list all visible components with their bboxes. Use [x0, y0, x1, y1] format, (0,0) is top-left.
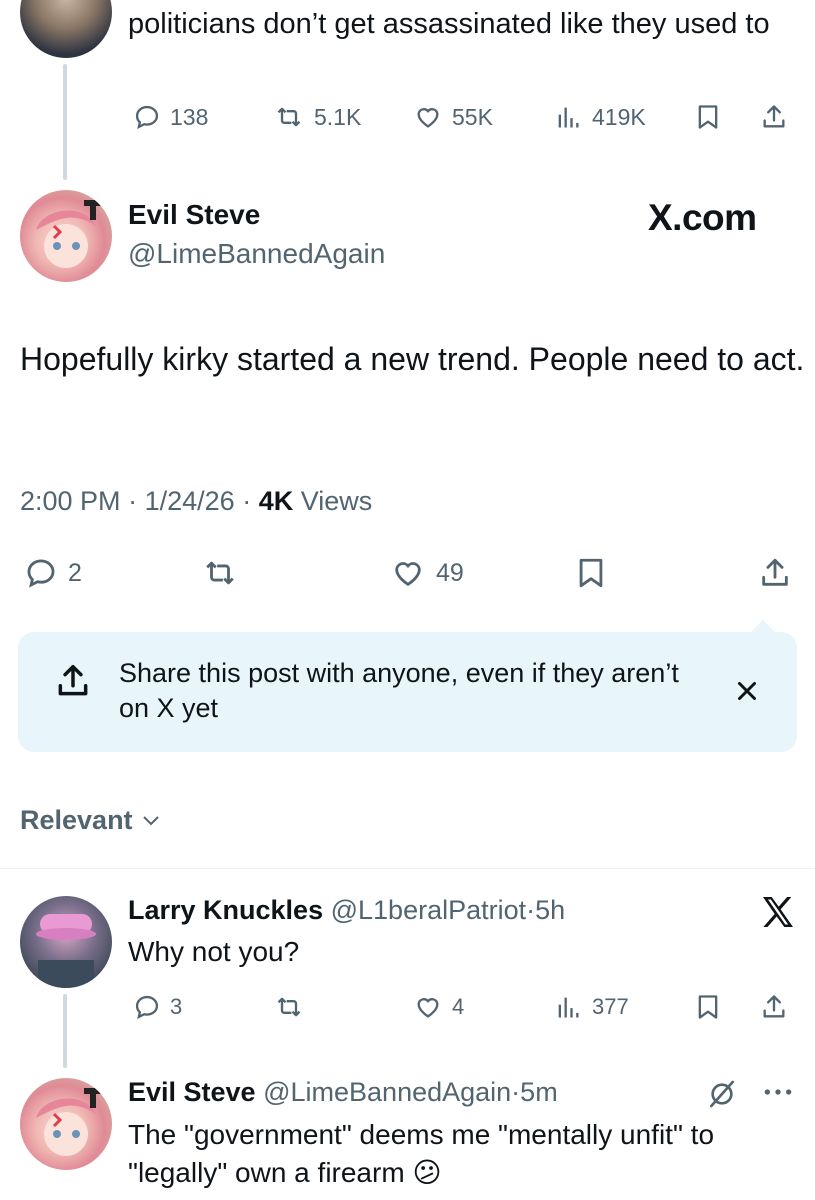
- top-reply-text: politicians don’t get assassinated like …: [128, 8, 770, 40]
- post-time[interactable]: 2:00 PM: [20, 486, 121, 516]
- reply-1-badge: [758, 892, 798, 937]
- share-prompt[interactable]: Share this post with anyone, even if the…: [18, 620, 797, 752]
- reply-1-views-count: 377: [592, 994, 629, 1019]
- reply-1-reply-count: 3: [170, 994, 183, 1019]
- main-bookmark-button[interactable]: [574, 556, 608, 590]
- reply-1-like-count: 4: [452, 994, 465, 1019]
- share-prompt-notch: [751, 620, 775, 632]
- share-button[interactable]: [760, 102, 788, 132]
- reply-1-text: Why not you?: [128, 936, 300, 967]
- reply-icon: [27, 559, 55, 588]
- reply-2-text: The "government" deems me "mentally unfi…: [128, 1119, 715, 1188]
- views-icon: [558, 107, 579, 128]
- main-author-handle[interactable]: @LimeBannedAgain: [128, 236, 385, 272]
- more-icon: [764, 1089, 792, 1095]
- main-post-text: Hopefully kirky started a new trend. Peo…: [20, 341, 805, 377]
- meta-sep: ·: [526, 895, 536, 925]
- reply-2-header: Evil Steve @LimeBannedAgain·5m: [128, 1074, 558, 1110]
- like-button[interactable]: 55K: [412, 102, 493, 132]
- main-repost-button[interactable]: [198, 556, 242, 590]
- reply-2-handle[interactable]: @LimeBannedAgain: [263, 1077, 511, 1107]
- reply-icon: [135, 105, 159, 130]
- post-date[interactable]: 1/24/26: [145, 486, 235, 516]
- reply-1-share-button[interactable]: [760, 992, 788, 1022]
- like-icon: [417, 108, 439, 128]
- meta-sep: ·: [128, 486, 138, 516]
- bookmark-icon: [579, 558, 603, 588]
- share-icon: [762, 558, 788, 586]
- views-label[interactable]: Views: [301, 486, 373, 516]
- grok-icon: [710, 1080, 734, 1108]
- post-meta: 2:00 PM · 1/24/26 · 4K Views: [20, 483, 372, 519]
- share-prompt-text: Share this post with anyone, even if the…: [119, 658, 679, 723]
- reply-count: 138: [170, 103, 209, 130]
- reply-1-handle[interactable]: @L1beralPatriot: [331, 895, 527, 925]
- reply-1-bookmark-button[interactable]: [694, 992, 722, 1022]
- share-icon: [763, 995, 785, 1018]
- x-logo-icon: [763, 897, 793, 927]
- avatar-main-author[interactable]: [20, 190, 112, 282]
- bookmark-button[interactable]: [694, 102, 722, 132]
- views-number: 4K: [258, 486, 294, 516]
- like-count: 55K: [452, 103, 493, 130]
- avatar-art: [36, 200, 102, 268]
- sort-selector[interactable]: Relevant: [20, 802, 163, 838]
- reply-1-reply-button[interactable]: 3: [132, 992, 182, 1022]
- share-icon: [58, 665, 88, 696]
- views-count: 419K: [592, 103, 646, 130]
- repost-icon: [277, 107, 301, 127]
- avatar-art: [36, 1088, 102, 1156]
- views-icon: [558, 997, 579, 1018]
- more-button[interactable]: [762, 1080, 794, 1109]
- meta-sep: ·: [511, 1077, 521, 1107]
- reply-1-author[interactable]: Larry Knuckles: [128, 895, 323, 925]
- avatar-reply-1[interactable]: [20, 896, 112, 988]
- chevron-down-icon: [142, 816, 159, 826]
- reply-1-like-button[interactable]: 4: [412, 992, 464, 1022]
- views-button[interactable]: 419K: [552, 102, 646, 132]
- main-share-button[interactable]: [758, 556, 792, 590]
- thread-line: [63, 994, 67, 1068]
- avatar-art: [36, 914, 96, 988]
- share-icon: [763, 105, 785, 128]
- main-like-button[interactable]: 49: [388, 556, 464, 590]
- reply-1-time[interactable]: 5h: [535, 895, 565, 925]
- reply-2-time[interactable]: 5m: [520, 1077, 558, 1107]
- like-icon: [395, 562, 421, 586]
- avatar-top-reply[interactable]: [20, 0, 112, 58]
- main-reply-button[interactable]: 2: [22, 556, 82, 590]
- reply-1-repost-button[interactable]: [272, 992, 306, 1022]
- repost-button[interactable]: 5.1K: [272, 102, 361, 132]
- repost-icon: [206, 561, 234, 585]
- reply-1-header: Larry Knuckles @L1beralPatriot·5h: [128, 892, 565, 928]
- reply-icon: [135, 995, 159, 1020]
- like-icon: [417, 998, 439, 1018]
- meta-sep: ·: [242, 486, 252, 516]
- repost-icon: [277, 997, 301, 1017]
- reply-button[interactable]: 138: [132, 102, 208, 132]
- share-prompt-icon: [54, 662, 92, 705]
- repost-count: 5.1K: [314, 103, 362, 130]
- sort-label: Relevant: [20, 805, 133, 835]
- divider: [0, 868, 815, 869]
- bookmark-icon: [698, 995, 718, 1019]
- grok-button[interactable]: [706, 1078, 738, 1115]
- reply-1-views-button[interactable]: 377: [552, 992, 629, 1022]
- close-icon: [738, 682, 756, 700]
- main-author-name[interactable]: Evil Steve: [128, 197, 260, 233]
- bookmark-icon: [698, 105, 718, 129]
- reply-2-author[interactable]: Evil Steve: [128, 1077, 256, 1107]
- close-button[interactable]: [732, 676, 762, 711]
- main-reply-count: 2: [68, 558, 82, 587]
- main-like-count: 49: [436, 558, 464, 587]
- watermark-xcom: X.com: [648, 197, 757, 238]
- avatar-reply-2[interactable]: [20, 1078, 112, 1170]
- thread-line: [63, 64, 67, 180]
